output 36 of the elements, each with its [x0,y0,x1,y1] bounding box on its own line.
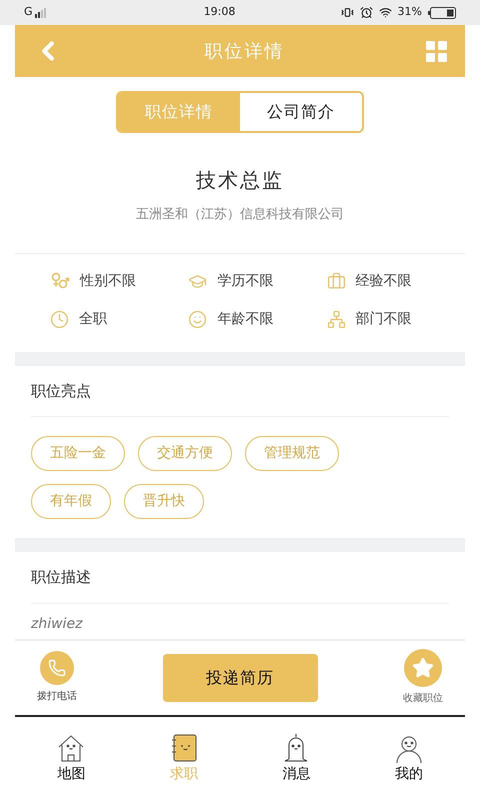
nav-tab[interactable]: 我的 [352,716,465,800]
highlight-tag: 晋升快 [124,484,204,519]
org-chart-icon [326,310,346,328]
grid-menu-button[interactable] [426,40,447,62]
highlight-tag: 管理规范 [245,436,339,471]
phone-icon [48,659,66,677]
apply-button[interactable]: 投递简历 [162,654,318,702]
signal-icon [34,8,49,18]
star-icon [412,657,434,679]
clock-time: 19:08 [204,4,236,20]
description-text: zhiwiez [31,614,84,634]
briefcase-icon [326,272,346,290]
requirement-label: 学历不限 [217,272,274,290]
requirement-label: 全职 [79,310,107,328]
section-title: 职位描述 [31,552,449,604]
nav-tab[interactable]: 消息 [240,716,352,800]
gender-icon [50,271,70,291]
vibrate-icon [340,6,354,19]
page-title: 职位详情 [204,40,284,64]
highlight-tag: 五险一金 [31,436,125,471]
requirement-label: 部门不限 [356,310,412,328]
battery-icon [428,6,456,18]
face-icon [188,310,208,328]
battery-percent: 31% [398,4,422,20]
company-name: 五洲圣和（江苏）信息科技有限公司 [135,206,345,224]
highlight-tag: 交通方便 [138,436,232,471]
requirement-label: 年龄不限 [217,310,274,328]
requirement-label: 性别不限 [80,272,136,290]
section-title: 职位亮点 [31,366,449,417]
network-type: G [24,4,33,20]
requirement-label: 经验不限 [356,272,412,290]
job-title: 技术总监 [195,167,285,194]
clock-icon [50,310,69,328]
nav-tab[interactable]: 地图 [15,716,128,800]
alarm-icon [360,6,373,19]
highlight-tag: 有年假 [31,484,111,519]
